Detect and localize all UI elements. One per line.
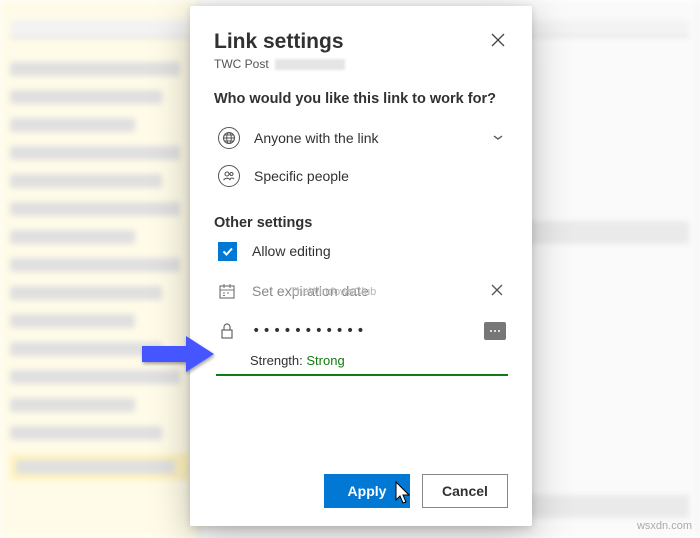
strength-label: Strength:	[250, 353, 303, 368]
option-anyone-with-link[interactable]: Anyone with the link	[214, 119, 508, 157]
calendar-icon	[216, 280, 238, 302]
people-icon	[218, 165, 240, 187]
lock-icon	[216, 320, 238, 342]
option-label: Anyone with the link	[254, 130, 379, 146]
link-scope-options: Anyone with the link Specific people	[214, 119, 508, 195]
document-name: TWC Post	[214, 57, 345, 71]
allow-editing-checkbox[interactable]	[218, 242, 237, 261]
apply-button[interactable]: Apply	[324, 474, 410, 508]
expiration-row[interactable]: Set expiration date	[214, 271, 508, 311]
check-icon	[221, 245, 234, 258]
other-settings-header: Other settings	[214, 215, 508, 231]
strength-bar	[216, 374, 508, 376]
password-strength: Strength: Strong	[214, 353, 508, 368]
dialog-title: Link settings	[214, 30, 345, 54]
close-icon	[491, 33, 505, 47]
password-row[interactable]: •••••••••••	[214, 311, 508, 351]
clear-expiration-button[interactable]	[488, 283, 506, 299]
globe-icon	[218, 127, 240, 149]
cancel-button[interactable]: Cancel	[422, 474, 508, 508]
expiration-placeholder: Set expiration date	[252, 283, 369, 299]
chevron-down-icon	[492, 130, 504, 146]
option-label: Specific people	[254, 168, 349, 184]
allow-editing-row[interactable]: Allow editing	[214, 231, 508, 271]
password-field[interactable]: •••••••••••	[252, 323, 470, 339]
option-specific-people[interactable]: Specific people	[214, 157, 508, 195]
clear-icon	[491, 284, 503, 296]
allow-editing-label: Allow editing	[252, 243, 331, 259]
link-scope-question: Who would you like this link to work for…	[214, 91, 508, 107]
strength-value: Strong	[306, 353, 344, 368]
link-settings-dialog: Link settings TWC Post Who would you lik…	[190, 6, 532, 526]
close-button[interactable]	[488, 30, 508, 50]
password-reveal-icon	[488, 326, 502, 336]
source-watermark: wsxdn.com	[637, 520, 692, 532]
password-reveal-button[interactable]	[484, 322, 506, 340]
